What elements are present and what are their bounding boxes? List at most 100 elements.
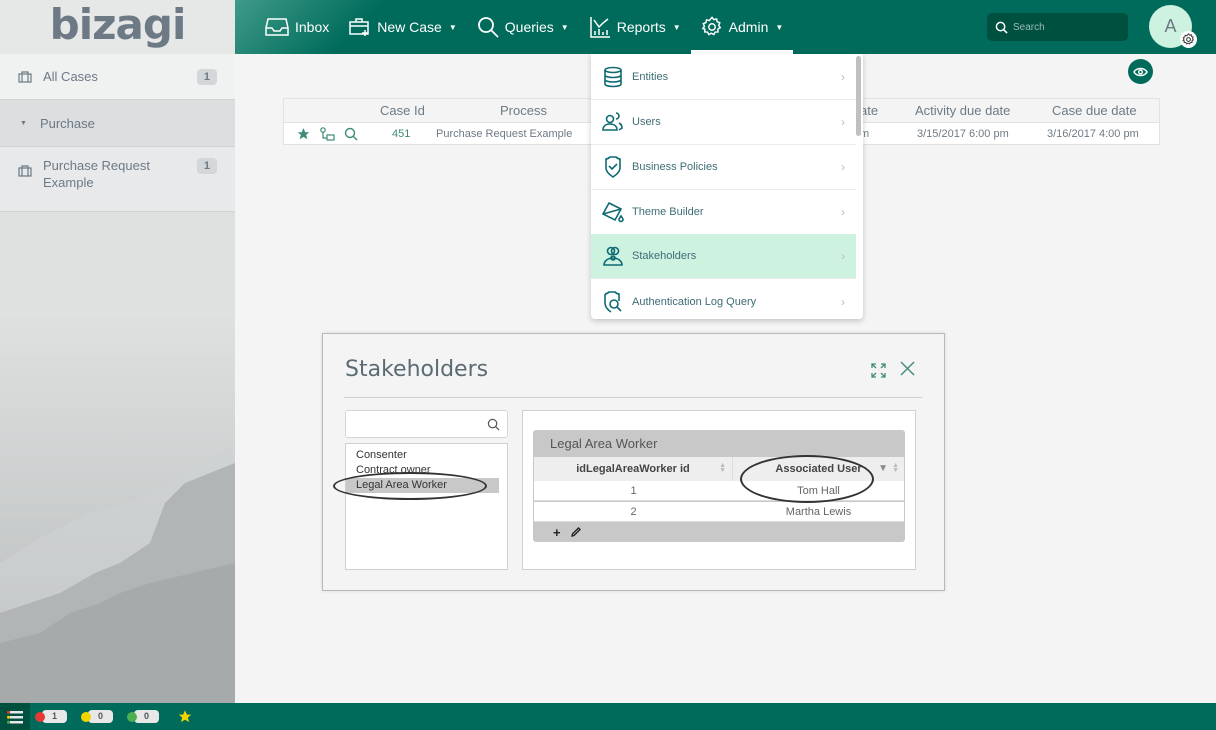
sidebar-item-purchase[interactable]: ▼ Purchase <box>0 100 235 147</box>
list-item[interactable]: Legal Area Worker <box>346 478 499 493</box>
sidebar-item-all-cases[interactable]: All Cases 1 <box>0 54 235 100</box>
stakeholder-search-input[interactable] <box>346 411 481 437</box>
stakeholder-list: Consenter Contract owner Legal Area Work… <box>345 443 508 570</box>
menu-item-stakeholders[interactable]: Stakeholders › <box>591 234 856 279</box>
green-status-icon <box>127 711 137 722</box>
grid-footer: + <box>534 523 904 541</box>
close-icon[interactable] <box>900 361 915 376</box>
sidebar-item-purchase-request-example[interactable]: Purchase Request Example 1 <box>0 147 235 212</box>
chevron-right-icon: › <box>841 205 845 219</box>
menu-scrollbar[interactable] <box>856 56 861 136</box>
count-badge: 1 <box>196 68 217 85</box>
cell-id: 2 <box>630 506 637 518</box>
nav-reports[interactable]: Reports ▼ <box>579 0 691 54</box>
nav-queries[interactable]: Queries ▼ <box>467 0 579 54</box>
on-time-count: 0 <box>134 710 159 723</box>
column-header-activity-due-date[interactable]: Activity due date <box>915 99 1010 123</box>
database-icon <box>604 66 622 88</box>
dialog-title: Stakeholders <box>345 357 489 382</box>
menu-item-label: Business Policies <box>632 161 718 173</box>
count-badge: 1 <box>196 158 217 174</box>
overdue-count: 1 <box>42 710 67 723</box>
grid-header: idLegalAreaWorker id ▲ ▼ Associated User … <box>534 457 904 481</box>
column-header-id[interactable]: idLegalAreaWorker id ▲ ▼ <box>534 457 733 481</box>
menu-item-business-policies[interactable]: Business Policies › <box>591 145 856 190</box>
search-icon[interactable] <box>487 418 500 431</box>
star-icon[interactable] <box>177 709 193 724</box>
global-search-input[interactable] <box>1013 21 1123 33</box>
filter-icon[interactable]: ▼ <box>878 457 888 481</box>
cell-id: 1 <box>630 485 637 497</box>
grid-title: Legal Area Worker <box>550 436 658 451</box>
add-row-button[interactable]: + <box>553 526 561 539</box>
gear-icon <box>701 16 721 36</box>
caret-down-icon: ▼ <box>20 119 27 127</box>
menu-item-label: Theme Builder <box>632 206 704 218</box>
search-icon[interactable] <box>344 127 358 141</box>
nav-queries-label: Queries <box>504 19 554 35</box>
chevron-right-icon: › <box>841 249 845 263</box>
activity-due-date: 3/15/2017 6:00 pm <box>917 128 1009 140</box>
view-toggle-button[interactable] <box>1128 59 1153 84</box>
star-icon[interactable] <box>296 127 311 141</box>
search-icon <box>477 17 499 38</box>
user-settings-button[interactable] <box>1180 31 1197 48</box>
global-search[interactable] <box>987 13 1128 41</box>
menu-item-label: Authentication Log Query <box>632 295 757 308</box>
chevron-right-icon: › <box>841 160 845 174</box>
case-id[interactable]: 451 <box>392 123 410 145</box>
sidebar-item-label: All Cases <box>43 69 98 84</box>
bizagi-logo[interactable]: bizagi <box>50 4 187 46</box>
menu-item-label: Entities <box>632 71 669 83</box>
column-header-process[interactable]: Process <box>500 99 547 123</box>
chevron-right-icon: › <box>841 294 845 309</box>
stakeholders-icon <box>603 246 623 266</box>
column-header-case-due-date[interactable]: Case due date <box>1052 99 1137 123</box>
edit-icon[interactable] <box>570 527 581 537</box>
inbox-icon <box>265 18 289 36</box>
menu-item-entities[interactable]: Entities › <box>591 55 856 100</box>
sort-icon[interactable]: ▲ ▼ <box>719 462 726 474</box>
stakeholder-grid: Legal Area Worker idLegalAreaWorker id ▲… <box>533 430 905 542</box>
avatar-initial: A <box>1164 16 1177 36</box>
nav-new-case[interactable]: New Case ▼ <box>339 0 467 54</box>
table-row[interactable]: 1 Tom Hall <box>534 481 904 501</box>
top-bar: bizagi Inbox New Case ▼ Queries ▼ Report… <box>0 0 1216 54</box>
yellow-status-icon <box>81 711 91 722</box>
sort-icon[interactable]: ▲ ▼ <box>892 462 899 474</box>
menu-item-theme-builder[interactable]: Theme Builder › <box>591 190 856 235</box>
sidebar-item-label: Purchase Request Example <box>43 158 150 190</box>
column-header-case-id[interactable]: Case Id <box>380 99 425 123</box>
nav-reports-label: Reports <box>616 19 666 35</box>
nav-inbox[interactable]: Inbox <box>255 0 339 54</box>
caret-down-icon: ▼ <box>560 22 569 32</box>
maximize-icon[interactable] <box>871 363 886 378</box>
stakeholder-search[interactable] <box>345 410 508 438</box>
column-header-label: idLegalAreaWorker id <box>576 463 690 475</box>
red-status-icon <box>35 711 45 722</box>
auth-log-icon <box>604 290 622 313</box>
eye-icon <box>1133 67 1148 76</box>
list-menu-button[interactable] <box>0 703 30 730</box>
workflow-icon[interactable] <box>319 127 335 142</box>
due-soon-counter[interactable]: 0 <box>81 710 113 723</box>
mountain-background <box>0 443 235 703</box>
list-item[interactable]: Consenter <box>346 448 499 463</box>
menu-item-authentication-log-query[interactable]: Authentication Log Query › <box>591 279 856 319</box>
caret-down-icon: ▼ <box>448 22 457 32</box>
nav-admin[interactable]: Admin ▼ <box>690 0 794 54</box>
menu-item-users[interactable]: Users › <box>591 100 856 145</box>
caret-down-icon: ▼ <box>672 22 681 32</box>
paint-bucket-icon <box>602 201 624 223</box>
list-item[interactable]: Contract owner <box>346 463 499 478</box>
overdue-counter[interactable]: 1 <box>35 710 67 723</box>
briefcase-icon <box>18 70 32 83</box>
column-header-label: Associated User <box>775 463 862 475</box>
due-soon-count: 0 <box>88 710 113 723</box>
cell-associated-user: Martha Lewis <box>785 506 852 518</box>
nav-admin-label: Admin <box>728 19 769 35</box>
on-time-counter[interactable]: 0 <box>127 710 159 723</box>
column-header-associated-user[interactable]: Associated User ▼ ▲ ▼ <box>733 457 904 481</box>
chevron-right-icon: › <box>841 70 845 84</box>
table-row[interactable]: 2 Martha Lewis <box>534 502 904 522</box>
